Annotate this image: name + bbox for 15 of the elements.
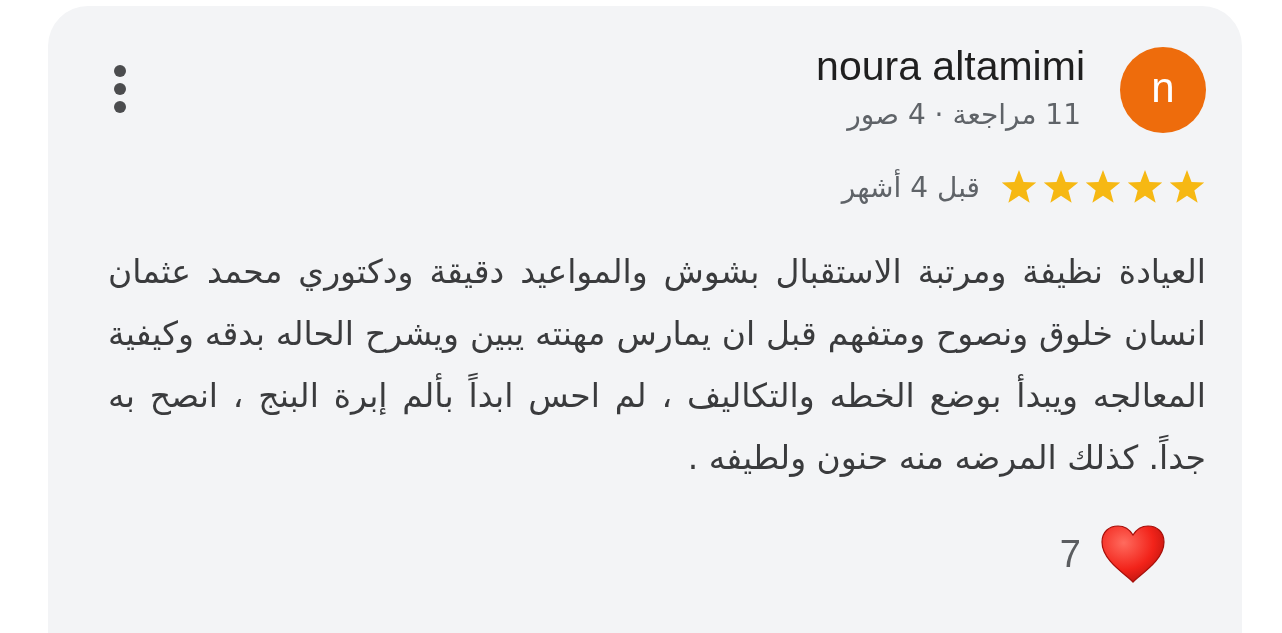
- more-vertical-icon: [113, 64, 127, 114]
- avatar: n: [1120, 47, 1206, 133]
- review-text: العيادة نظيفة ومرتبة الاستقبال بشوش والمواعيد دقيقة ودكتوري محمد عثمان انسان خلوق ونصوح ومتفهم قبل ان يمارس مهنته يبين ويشرح الحاله بدقه وكيفية المعالجه ويبدأ بوضع الخطه والتكاليف ، لم احس ابداً بألم إبرة البنج ، انصح به جداً. كذلك المرضه منه حنون ولطيفه .: [108, 251, 1206, 479]
- reviewer-stats: 11 مراجعة · 4 صور: [847, 97, 1081, 133]
- star-icon: [1000, 170, 1038, 206]
- star-icon: [1042, 170, 1080, 206]
- more-options-button[interactable]: [113, 64, 127, 114]
- reaction-count: 7: [1059, 532, 1081, 576]
- reaction-button[interactable]: 7: [1059, 525, 1165, 583]
- review-date: قبل 4 أشهر: [841, 168, 980, 206]
- star-icon: [1168, 170, 1206, 206]
- heart-icon: [1101, 525, 1165, 583]
- star-icon: [1126, 170, 1164, 206]
- reviewer-name: noura altamimi: [816, 43, 1085, 89]
- star-icon: [1084, 170, 1122, 206]
